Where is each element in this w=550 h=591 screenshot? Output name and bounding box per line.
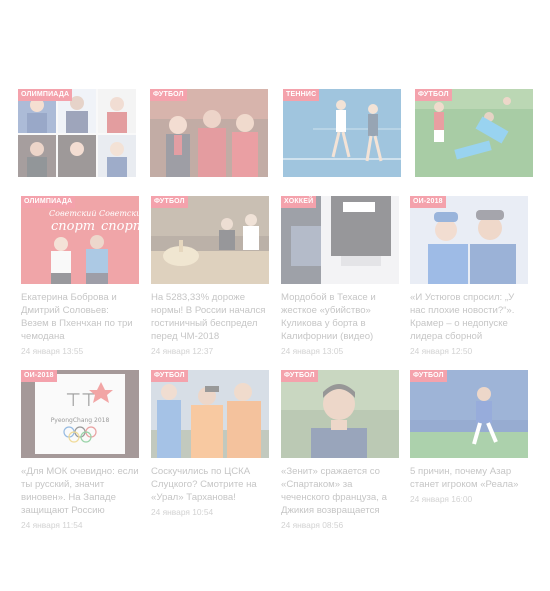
news-headline[interactable]: Соскучились по ЦСКА Слуцкого? Смотрите н… <box>151 465 269 504</box>
news-card[interactable]: ФУТБОЛ <box>415 89 533 177</box>
news-card[interactable]: ОИ-2018 «И Устюгов спросил: „У нас плохи… <box>410 196 528 356</box>
news-thumbnail[interactable]: ФУТБОЛ <box>415 89 533 177</box>
news-date: 24 января 12:50 <box>410 346 473 356</box>
svg-text:спорт: спорт <box>51 219 95 234</box>
category-tag: ОИ-2018 <box>410 196 446 208</box>
news-thumbnail[interactable]: ХОККЕЙ <box>281 196 399 284</box>
news-headline[interactable]: «И Устюгов спросил: „У нас плохие новост… <box>410 291 528 343</box>
coaches-image <box>151 370 269 458</box>
category-tag: ТЕННИС <box>283 89 320 101</box>
svg-text:Советский: Советский <box>99 209 139 218</box>
news-thumbnail[interactable]: Советский спорт Советский спорт ОЛИМПИАД… <box>21 196 139 284</box>
category-tag: ОЛИМПИАДА <box>21 196 76 208</box>
news-card[interactable]: ФУТБОЛ Соскучились по ЦСКА Слуцкого? Смо… <box>151 370 269 517</box>
svg-text:спорт: спорт <box>101 219 139 234</box>
category-tag: ФУТБОЛ <box>151 370 188 382</box>
news-headline[interactable]: «Зенит» сражается со «Спартаком» за чече… <box>281 465 399 517</box>
category-tag: ОИ-2018 <box>21 370 57 382</box>
news-headline[interactable]: Екатерина Боброва и Дмитрий Соловьев: Ве… <box>21 291 139 343</box>
category-tag: ФУТБОЛ <box>150 89 187 101</box>
hotel-reception-image <box>151 196 269 284</box>
category-tag: ОЛИМПИАДА <box>18 89 73 101</box>
news-date: 24 января 16:00 <box>410 494 473 504</box>
news-card[interactable]: ФУТБОЛ На 5283,33% дороже нормы! В Росси… <box>151 196 269 356</box>
news-thumbnail[interactable]: ТЕННИС <box>283 89 401 177</box>
football-celebration-image <box>150 89 268 177</box>
news-date: 24 января 08:56 <box>281 520 344 530</box>
olympics-collage-image <box>18 89 136 177</box>
category-tag: ХОККЕЙ <box>281 196 317 208</box>
news-card[interactable]: ТЕННИС <box>283 89 401 177</box>
tennis-players-image <box>283 89 401 177</box>
category-tag: ФУТБОЛ <box>151 196 188 208</box>
news-headline[interactable]: На 5283,33% дороже нормы! В России начал… <box>151 291 269 343</box>
ski-team-image <box>410 196 528 284</box>
news-thumbnail[interactable]: ОИ-2018 <box>410 196 528 284</box>
sovetsky-sport-studio-image: Советский спорт Советский спорт <box>21 196 139 284</box>
news-card[interactable]: ОЛИМПИАДА <box>18 89 136 177</box>
news-card[interactable]: Советский спорт Советский спорт ОЛИМПИАД… <box>21 196 139 356</box>
news-thumbnail[interactable]: ФУТБОЛ <box>150 89 268 177</box>
news-card[interactable]: ХОККЕЙ Мордобой в Техасе и жесткое «убий… <box>281 196 399 356</box>
category-tag: ФУТБОЛ <box>281 370 318 382</box>
hazard-chelsea-image <box>410 370 528 458</box>
pyeongchang-logo-text: PyeongChang 2018 <box>51 417 110 424</box>
news-thumbnail[interactable]: ФУТБОЛ <box>151 370 269 458</box>
news-thumbnail[interactable]: ФУТБОЛ <box>281 370 399 458</box>
news-thumbnail[interactable]: ФУТБОЛ <box>410 370 528 458</box>
news-thumbnail[interactable]: ФУТБОЛ <box>151 196 269 284</box>
news-card[interactable]: ФУТБОЛ «Зенит» сражается со «Спартаком» … <box>281 370 399 530</box>
news-card[interactable]: ФУТБОЛ <box>150 89 268 177</box>
news-date: 24 января 11:54 <box>21 520 83 530</box>
news-thumbnail[interactable]: ⊤⊤ PyeongChang 2018 ОИ-2018 <box>21 370 139 458</box>
news-date: 24 января 13:55 <box>21 346 84 356</box>
news-headline[interactable]: 5 причин, почему Азар станет игроком «Ре… <box>410 465 528 491</box>
news-grid: ОЛИМПИАДА ФУТБОЛ ТЕННИС ФУТБОЛ Советский… <box>0 0 550 591</box>
pyeongchang-2018-image: ⊤⊤ PyeongChang 2018 <box>21 370 139 458</box>
news-headline[interactable]: «Для МОК очевидно: если ты русский, знач… <box>21 465 139 517</box>
svg-text:Советский: Советский <box>49 209 96 218</box>
news-thumbnail[interactable]: ОЛИМПИАДА <box>18 89 136 177</box>
news-date: 24 января 12:37 <box>151 346 214 356</box>
hockey-fight-image <box>281 196 399 284</box>
category-tag: ФУТБОЛ <box>410 370 447 382</box>
news-date: 24 января 10:54 <box>151 507 214 517</box>
news-card[interactable]: ⊤⊤ PyeongChang 2018 ОИ-2018 «Для МОК оче… <box>21 370 139 530</box>
news-card[interactable]: ФУТБОЛ 5 причин, почему Азар станет игро… <box>410 370 528 504</box>
footballer-portrait-image <box>281 370 399 458</box>
football-match-image <box>415 89 533 177</box>
news-headline[interactable]: Мордобой в Техасе и жесткое «убийство» К… <box>281 291 399 343</box>
category-tag: ФУТБОЛ <box>415 89 452 101</box>
svg-text:⊤⊤: ⊤⊤ <box>65 390 96 411</box>
news-date: 24 января 13:05 <box>281 346 344 356</box>
